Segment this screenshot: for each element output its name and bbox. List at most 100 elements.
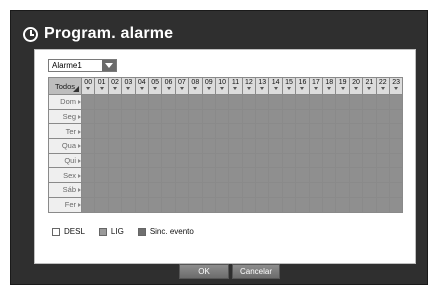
hour-header-14[interactable]: 14 xyxy=(268,77,283,95)
schedule-cell[interactable] xyxy=(161,152,176,169)
schedule-cell[interactable] xyxy=(201,108,216,125)
schedule-cell[interactable] xyxy=(281,182,297,198)
schedule-cell[interactable] xyxy=(107,138,123,154)
hour-header-16[interactable]: 16 xyxy=(295,77,310,95)
schedule-cell[interactable] xyxy=(375,152,390,169)
schedule-cell[interactable] xyxy=(121,138,136,154)
schedule-cell[interactable] xyxy=(388,152,404,169)
schedule-cell[interactable] xyxy=(161,196,176,213)
schedule-cell[interactable] xyxy=(94,94,109,110)
hour-header-10[interactable]: 10 xyxy=(214,77,230,95)
schedule-cell[interactable] xyxy=(174,196,190,213)
schedule-cell[interactable] xyxy=(308,152,324,169)
schedule-cell[interactable] xyxy=(147,167,163,184)
schedule-cell[interactable] xyxy=(228,167,243,184)
schedule-cell[interactable] xyxy=(255,123,270,140)
schedule-cell[interactable] xyxy=(335,108,350,125)
schedule-cell[interactable] xyxy=(308,123,324,140)
schedule-cell[interactable] xyxy=(94,167,109,184)
schedule-cell[interactable] xyxy=(228,108,243,125)
schedule-cell[interactable] xyxy=(214,94,230,110)
schedule-cell[interactable] xyxy=(322,138,337,154)
alarm-select[interactable]: Alarme1 xyxy=(48,59,117,72)
schedule-cell[interactable] xyxy=(348,152,364,169)
schedule-cell[interactable] xyxy=(335,152,350,169)
schedule-cell[interactable] xyxy=(241,108,257,125)
schedule-cell[interactable] xyxy=(348,138,364,154)
day-row-header[interactable]: Seg xyxy=(48,108,82,125)
schedule-cell[interactable] xyxy=(147,123,163,140)
schedule-cell[interactable] xyxy=(335,167,350,184)
schedule-cell[interactable] xyxy=(94,196,109,213)
schedule-cell[interactable] xyxy=(335,94,350,110)
schedule-cell[interactable] xyxy=(348,182,364,198)
schedule-cell[interactable] xyxy=(308,138,324,154)
day-row-header[interactable]: Qua xyxy=(48,138,82,154)
schedule-cell[interactable] xyxy=(362,123,377,140)
schedule-cell[interactable] xyxy=(322,167,337,184)
schedule-cell[interactable] xyxy=(121,196,136,213)
hour-header-11[interactable]: 11 xyxy=(228,77,243,95)
cancel-button[interactable]: Cancelar xyxy=(232,264,280,279)
schedule-cell[interactable] xyxy=(201,138,216,154)
schedule-cell[interactable] xyxy=(362,182,377,198)
hour-header-07[interactable]: 07 xyxy=(174,77,190,95)
day-row-header[interactable]: Sáb xyxy=(48,182,82,198)
day-row-header[interactable]: Sex xyxy=(48,167,82,184)
schedule-cell[interactable] xyxy=(188,167,203,184)
schedule-cell[interactable] xyxy=(295,123,310,140)
schedule-cell[interactable] xyxy=(388,108,404,125)
schedule-cell[interactable] xyxy=(147,94,163,110)
schedule-cell[interactable] xyxy=(107,196,123,213)
schedule-cell[interactable] xyxy=(228,94,243,110)
schedule-cell[interactable] xyxy=(375,138,390,154)
schedule-cell[interactable] xyxy=(268,167,283,184)
schedule-cell[interactable] xyxy=(362,138,377,154)
schedule-cell[interactable] xyxy=(134,167,149,184)
schedule-cell[interactable] xyxy=(214,167,230,184)
schedule-cell[interactable] xyxy=(161,167,176,184)
schedule-cell[interactable] xyxy=(348,196,364,213)
hour-header-23[interactable]: 23 xyxy=(388,77,404,95)
schedule-cell[interactable] xyxy=(375,108,390,125)
schedule-cell[interactable] xyxy=(107,167,123,184)
hour-header-21[interactable]: 21 xyxy=(362,77,377,95)
schedule-cell[interactable] xyxy=(121,108,136,125)
schedule-cell[interactable] xyxy=(322,196,337,213)
schedule-cell[interactable] xyxy=(268,138,283,154)
schedule-cell[interactable] xyxy=(268,123,283,140)
schedule-cell[interactable] xyxy=(201,182,216,198)
hour-header-22[interactable]: 22 xyxy=(375,77,390,95)
schedule-cell[interactable] xyxy=(94,138,109,154)
hour-header-05[interactable]: 05 xyxy=(147,77,163,95)
schedule-cell[interactable] xyxy=(80,196,96,213)
schedule-cell[interactable] xyxy=(255,94,270,110)
day-row-header[interactable]: Fer xyxy=(48,196,82,213)
hour-header-18[interactable]: 18 xyxy=(322,77,337,95)
schedule-cell[interactable] xyxy=(161,123,176,140)
schedule-cell[interactable] xyxy=(281,123,297,140)
schedule-cell[interactable] xyxy=(295,138,310,154)
schedule-cell[interactable] xyxy=(255,152,270,169)
schedule-cell[interactable] xyxy=(147,196,163,213)
hour-header-00[interactable]: 00 xyxy=(80,77,96,95)
schedule-cell[interactable] xyxy=(121,182,136,198)
schedule-cell[interactable] xyxy=(161,138,176,154)
schedule-cell[interactable] xyxy=(134,196,149,213)
schedule-cell[interactable] xyxy=(308,108,324,125)
schedule-cell[interactable] xyxy=(188,108,203,125)
schedule-cell[interactable] xyxy=(134,108,149,125)
schedule-cell[interactable] xyxy=(174,108,190,125)
schedule-cell[interactable] xyxy=(308,94,324,110)
schedule-cell[interactable] xyxy=(201,196,216,213)
schedule-cell[interactable] xyxy=(201,123,216,140)
schedule-cell[interactable] xyxy=(228,138,243,154)
schedule-cell[interactable] xyxy=(134,182,149,198)
schedule-cell[interactable] xyxy=(281,167,297,184)
day-row-header[interactable]: Qui xyxy=(48,152,82,169)
schedule-cell[interactable] xyxy=(80,138,96,154)
schedule-cell[interactable] xyxy=(188,123,203,140)
schedule-cell[interactable] xyxy=(375,182,390,198)
schedule-cell[interactable] xyxy=(322,108,337,125)
schedule-cell[interactable] xyxy=(295,196,310,213)
